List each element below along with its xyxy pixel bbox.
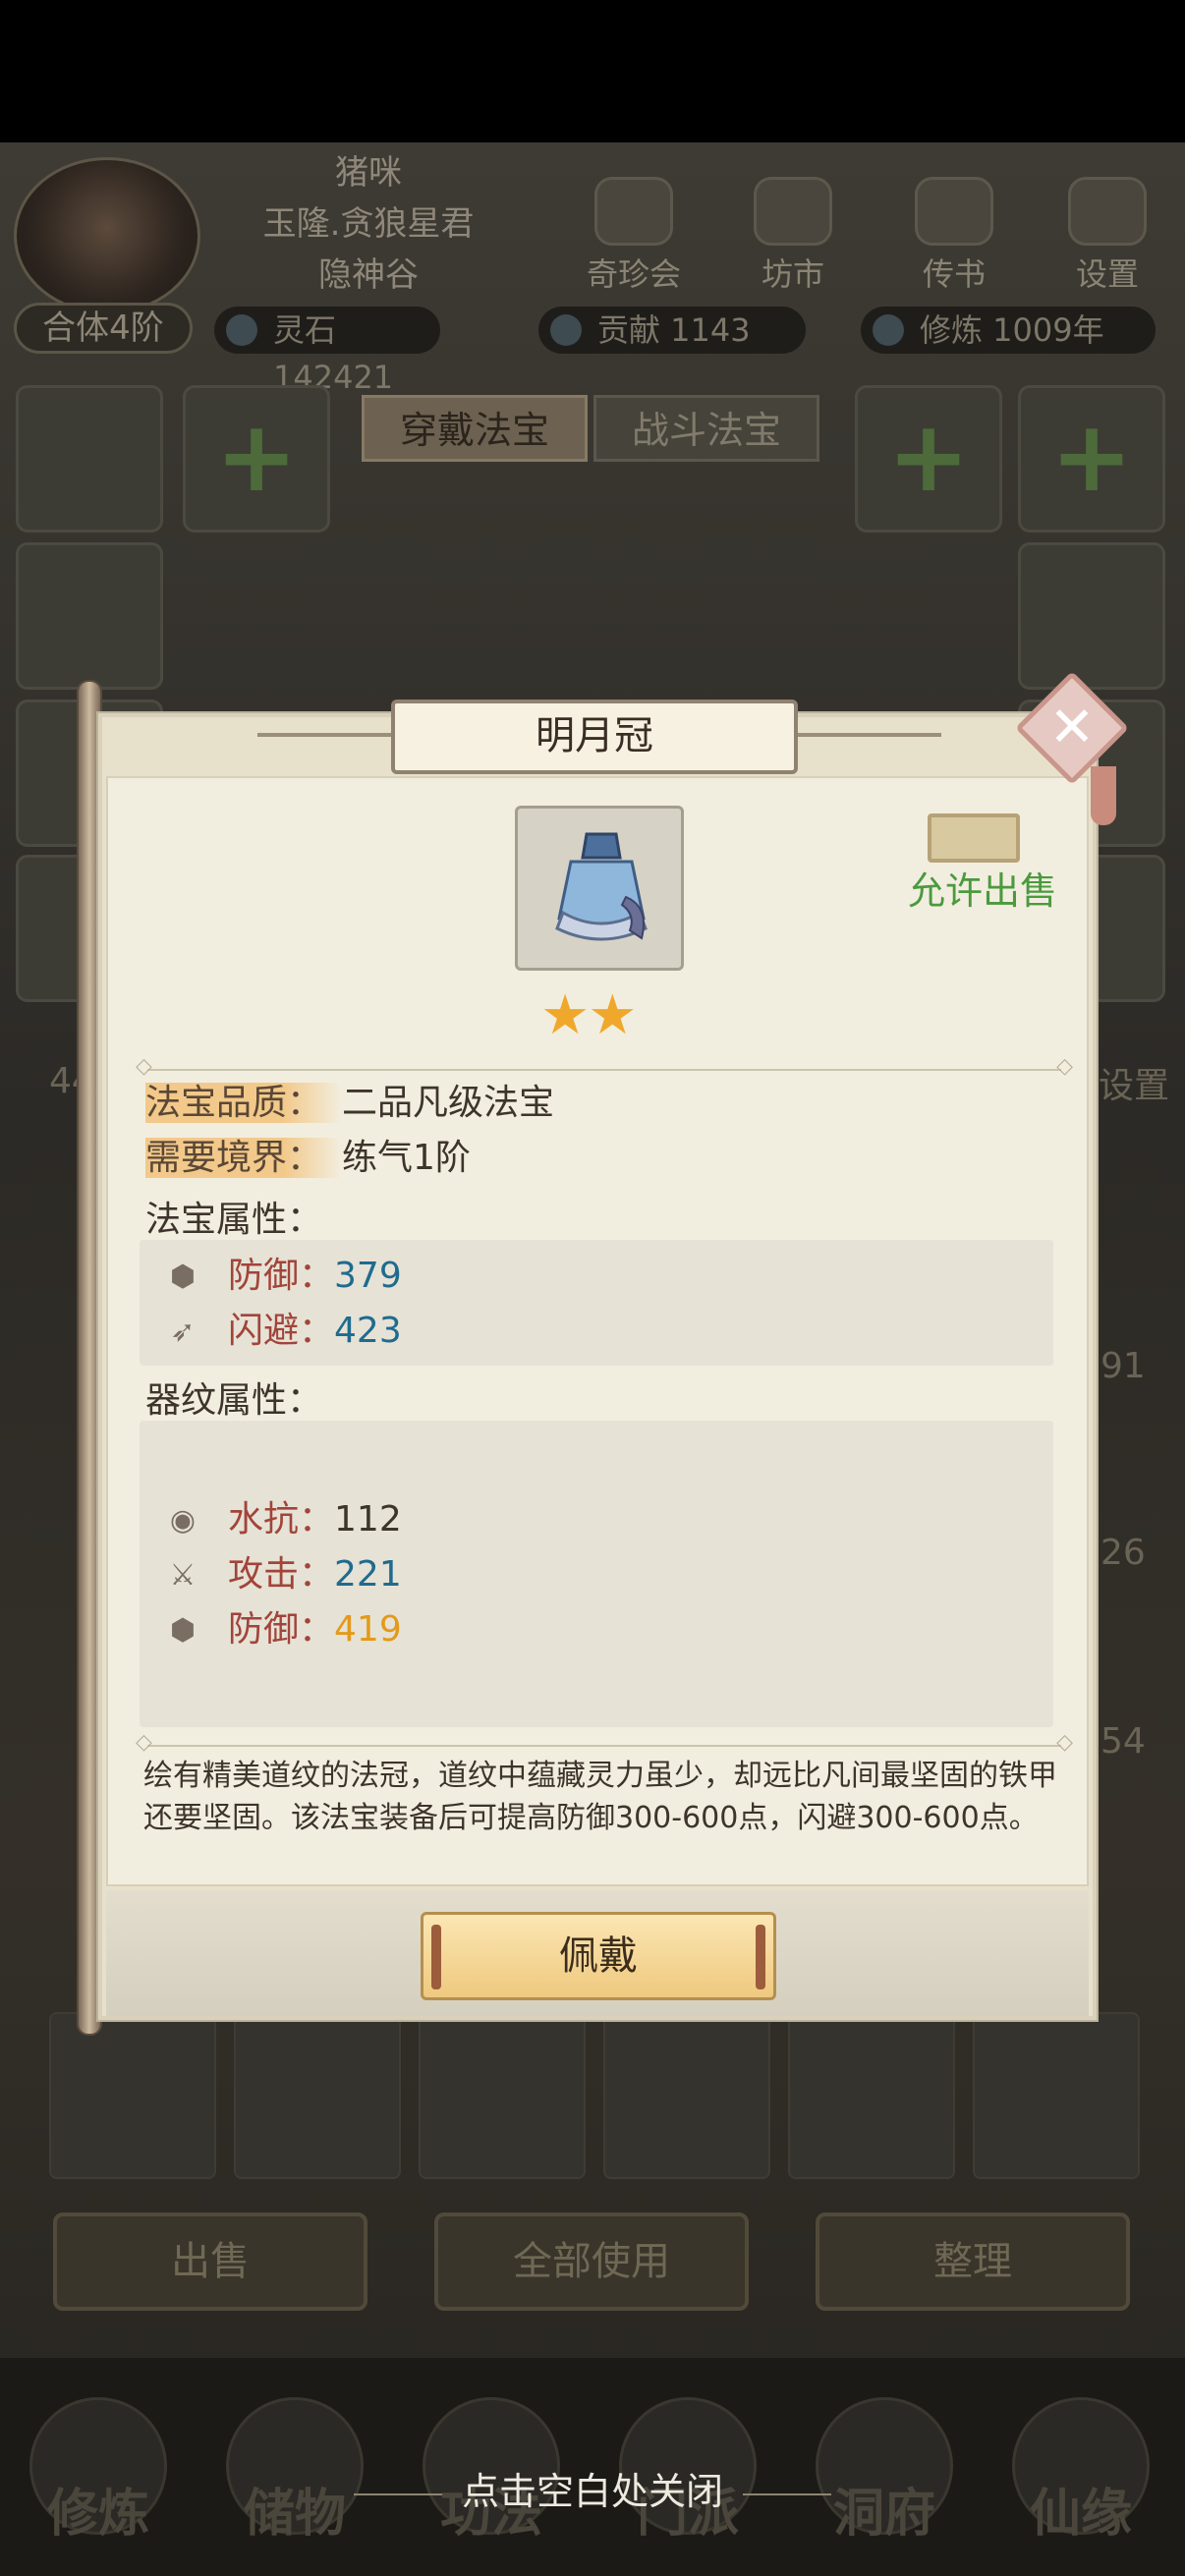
realm-label: 需要境界： [145, 1138, 343, 1178]
tab-worn-treasure[interactable]: 穿戴法宝 [362, 395, 588, 462]
realm-value: 练气1阶 [342, 1138, 471, 1178]
equip-button[interactable]: 佩戴 [421, 1912, 776, 2000]
rank-badge: 合体4阶 [14, 303, 193, 354]
title-ornament-left [257, 733, 395, 737]
sellable-icon [928, 813, 1020, 863]
water-resist-icon: ◉ [169, 1503, 197, 1538]
market-icon [754, 177, 832, 246]
messages-button[interactable]: 传书 [900, 177, 1008, 295]
pavilion-icon [594, 177, 673, 246]
gear-icon [1068, 177, 1147, 246]
sell-button[interactable]: 出售 [53, 2212, 367, 2311]
defense-icon: ⬢ [169, 1260, 197, 1294]
base-attr-defense: ⬢ 防御：379 [165, 1250, 402, 1303]
equip-slot-empty-3[interactable] [1018, 385, 1165, 532]
equip-tabs: 穿戴法宝 战斗法宝 [362, 395, 823, 462]
spirit-stone-icon [226, 314, 257, 346]
rune-attr-defense: ⬢ 防御：419 [165, 1603, 402, 1656]
player-sect: 隐神谷 [318, 255, 419, 295]
item-title: 明月冠 [391, 700, 798, 774]
rune-attr-title: 器纹属性： [145, 1380, 323, 1421]
divider-bottom [136, 1730, 1073, 1755]
quality-row: 法宝品质： 二品凡级法宝 [145, 1077, 554, 1130]
scroll-icon [915, 177, 993, 246]
player-avatar[interactable] [14, 157, 200, 314]
player-name: 猪咪 [335, 153, 402, 193]
star-icon: ★ [540, 983, 590, 1047]
bg-number-3: 54 [1100, 1721, 1146, 1762]
attack-icon: ⚔ [169, 1558, 197, 1593]
contribution-icon [550, 314, 582, 346]
item-stars: ★★ [540, 986, 668, 1045]
item-description: 绘有精美道纹的法冠，道纹中蕴藏灵力虽少，却远比凡间最坚固的铁甲还要坚固。该法宝装… [143, 1759, 1057, 1835]
equip-slot-necklace[interactable] [16, 385, 163, 532]
base-attr-dodge: ➶ 闪避：423 [165, 1305, 401, 1358]
bg-settings-label: 设置 [1099, 1066, 1170, 1106]
close-icon: ✕ [1048, 696, 1096, 759]
player-info: 猪咪 玉隆.贪狼星君 隐神谷 [236, 147, 501, 301]
tab-battle-treasure[interactable]: 战斗法宝 [593, 395, 819, 462]
realm-row: 需要境界： 练气1阶 [145, 1132, 471, 1185]
defense-icon: ⬢ [169, 1613, 197, 1648]
inventory-cell[interactable] [234, 2012, 401, 2179]
inventory-cell[interactable] [49, 2012, 216, 2179]
rune-attr-water-resist: ◉ 水抗：112 [165, 1493, 402, 1546]
quality-label: 法宝品质： [145, 1083, 343, 1123]
quality-value: 二品凡级法宝 [342, 1083, 555, 1123]
close-hint[interactable]: 点击空白处关闭 [0, 2461, 1185, 2515]
equip-slot-empty-2[interactable] [855, 385, 1002, 532]
player-title: 玉隆.贪狼星君 [262, 204, 475, 244]
sort-button[interactable]: 整理 [816, 2212, 1130, 2311]
treasure-pavilion-button[interactable]: 奇珍会 [580, 177, 688, 295]
equip-slot-armor[interactable] [16, 542, 163, 690]
inventory-cell[interactable] [419, 2012, 586, 2179]
cultivation-icon [873, 314, 904, 346]
inventory-cell[interactable] [973, 2012, 1140, 2179]
inventory-cell[interactable] [788, 2012, 955, 2179]
use-all-button[interactable]: 全部使用 [434, 2212, 749, 2311]
settings-button[interactable]: 设置 [1053, 177, 1161, 295]
crown-icon [555, 832, 648, 941]
bg-number-1: 91 [1100, 1346, 1146, 1386]
inventory-cell[interactable] [603, 2012, 770, 2179]
bg-number-2: 26 [1100, 1533, 1146, 1573]
status-bar-area [0, 0, 1185, 142]
base-attr-title: 法宝属性： [145, 1200, 323, 1240]
title-ornament-right [794, 733, 941, 737]
close-tassel [1091, 766, 1116, 825]
sell-status: 允许出售 [907, 869, 1057, 913]
star-icon: ★ [588, 983, 637, 1047]
rune-attr-attack: ⚔ 攻击：221 [165, 1548, 402, 1601]
equip-slot-locked[interactable] [1018, 542, 1165, 690]
equip-slot-empty-1[interactable] [183, 385, 330, 532]
market-button[interactable]: 坊市 [739, 177, 847, 295]
spirit-stone-counter: 灵石 142421 [214, 307, 440, 396]
contribution-counter: 贡献 1143 [538, 307, 806, 354]
divider-top [136, 1054, 1073, 1079]
item-icon-frame [515, 806, 684, 971]
dodge-icon: ➶ [170, 1315, 196, 1349]
cultivation-counter: 修炼 1009年 [861, 307, 1156, 354]
